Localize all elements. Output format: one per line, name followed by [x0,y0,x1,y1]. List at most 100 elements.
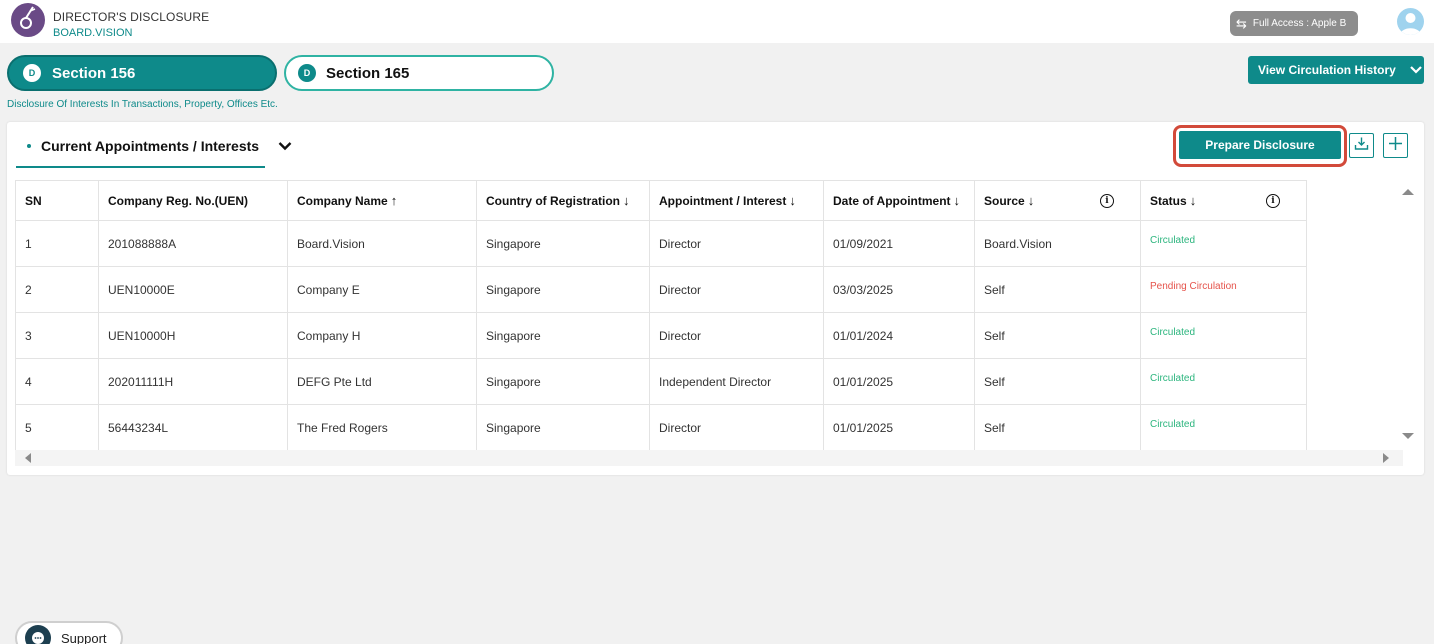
download-button[interactable] [1349,133,1374,158]
sort-arrow-icon[interactable]: ↓ [1028,193,1035,208]
status-badge: Circulated [1150,327,1196,338]
table-row[interactable]: 5 56443234L The Fred Rogers Singapore Di… [15,404,1307,451]
support-label: Support [61,630,107,644]
cell-appointment: Director [649,266,824,313]
swap-icon: ⇆ [1236,15,1247,31]
cell-uen: 201088888A [98,220,288,267]
scroll-right-arrow-icon[interactable] [1383,453,1389,463]
status-badge: Circulated [1150,419,1196,430]
cell-sn: 4 [15,358,99,405]
cell-status: Circulated [1140,358,1307,405]
cell-appointment: Director [649,220,824,267]
app-logo [11,3,45,37]
page-subtitle: Disclosure Of Interests In Transactions,… [7,99,278,110]
column-header-uen[interactable]: Company Reg. No.(UEN) [98,180,288,221]
cell-company-name: Board.Vision [287,220,477,267]
cell-date: 03/03/2025 [823,266,975,313]
tab-section-165[interactable]: D Section 165 [284,55,554,91]
table-header-row: SN Company Reg. No.(UEN) Company Name ↑ C… [15,180,1307,221]
cell-sn: 2 [15,266,99,313]
info-icon[interactable]: i [1100,193,1114,208]
view-history-label: View Circulation History [1258,63,1396,77]
prepare-disclosure-button[interactable]: Prepare Disclosure [1179,131,1341,159]
tab-section-156[interactable]: D Section 156 [7,55,277,91]
chevron-down-icon [1410,63,1422,77]
section-badge-icon: D [23,64,41,82]
cell-sn: 1 [15,220,99,267]
cell-status: Circulated [1140,404,1307,451]
support-button[interactable]: Support [15,621,123,644]
cell-country: Singapore [476,220,650,267]
cell-country: Singapore [476,266,650,313]
avatar[interactable] [1397,8,1424,35]
table-row[interactable]: 2 UEN10000E Company E Singapore Director… [15,266,1307,313]
cell-status: Circulated [1140,312,1307,359]
column-header-source[interactable]: Source ↓ i [974,180,1141,221]
section-badge-icon: D [298,64,316,82]
cell-uen: 202011111H [98,358,288,405]
table-row[interactable]: 3 UEN10000H Company H Singapore Director… [15,312,1307,359]
section-tab-label: Current Appointments / Interests [41,138,260,154]
appointments-table: SN Company Reg. No.(UEN) Company Name ↑ C… [15,180,1307,451]
cell-appointment: Director [649,404,824,451]
chat-icon [25,625,51,644]
view-circulation-history-button[interactable]: View Circulation History [1248,56,1424,84]
sort-arrow-icon[interactable]: ↓ [789,193,796,208]
app-title: DIRECTOR'S DISCLOSURE [53,10,210,24]
cell-company-name: DEFG Pte Ltd [287,358,477,405]
cell-country: Singapore [476,404,650,451]
cell-company-name: Company E [287,266,477,313]
cell-source: Self [974,266,1141,313]
column-header-country[interactable]: Country of Registration ↓ [476,180,650,221]
cell-sn: 5 [15,404,99,451]
tab-label: Section 165 [326,64,410,82]
appointments-card: Current Appointments / Interests Prepare… [7,122,1424,475]
cell-country: Singapore [476,312,650,359]
cell-source: Self [974,404,1141,451]
download-icon [1354,136,1369,156]
status-badge: Pending Circulation [1150,281,1237,292]
column-header-company-name[interactable]: Company Name ↑ [287,180,477,221]
cell-country: Singapore [476,358,650,405]
chevron-down-icon[interactable] [278,138,292,156]
sort-arrow-icon[interactable]: ↓ [1190,193,1197,208]
scroll-up-arrow-icon[interactable] [1402,189,1414,195]
horizontal-scrollbar[interactable] [15,450,1403,466]
tab-current-appointments[interactable]: Current Appointments / Interests [16,136,265,168]
cell-date: 01/01/2025 [823,358,975,405]
status-badge: Circulated [1150,235,1196,246]
cell-status: Circulated [1140,220,1307,267]
status-badge: Circulated [1150,373,1196,384]
sort-arrow-icon[interactable]: ↑ [391,193,398,208]
column-header-date[interactable]: Date of Appointment ↓ [823,180,975,221]
add-button[interactable] [1383,133,1408,158]
cell-date: 01/01/2024 [823,312,975,359]
cell-appointment: Independent Director [649,358,824,405]
cell-appointment: Director [649,312,824,359]
plus-icon [1388,136,1403,156]
cell-source: Self [974,312,1141,359]
cell-uen: UEN10000H [98,312,288,359]
access-switcher[interactable]: ⇆ Full Access : Apple B [1230,11,1358,36]
sort-arrow-icon[interactable]: ↓ [623,193,630,208]
cell-company-name: The Fred Rogers [287,404,477,451]
tab-label: Section 156 [52,64,136,82]
column-header-status[interactable]: Status ↓ i [1140,180,1307,221]
cell-company-name: Company H [287,312,477,359]
access-label: Full Access : Apple B [1252,18,1347,29]
cell-source: Board.Vision [974,220,1141,267]
top-bar: DIRECTOR'S DISCLOSURE BOARD.VISION ⇆ Ful… [0,0,1434,43]
sort-arrow-icon[interactable]: ↓ [954,193,961,208]
scroll-left-arrow-icon[interactable] [25,453,31,463]
cell-date: 01/01/2025 [823,404,975,451]
cell-uen: 56443234L [98,404,288,451]
table-row[interactable]: 4 202011111H DEFG Pte Ltd Singapore Inde… [15,358,1307,405]
app-subtitle: BOARD.VISION [53,27,133,39]
cell-status: Pending Circulation [1140,266,1307,313]
bullet-icon [27,144,31,148]
table-row[interactable]: 1 201088888A Board.Vision Singapore Dire… [15,220,1307,267]
cell-sn: 3 [15,312,99,359]
column-header-appointment[interactable]: Appointment / Interest ↓ [649,180,824,221]
info-icon[interactable]: i [1266,193,1280,208]
scroll-down-arrow-icon[interactable] [1402,433,1414,439]
